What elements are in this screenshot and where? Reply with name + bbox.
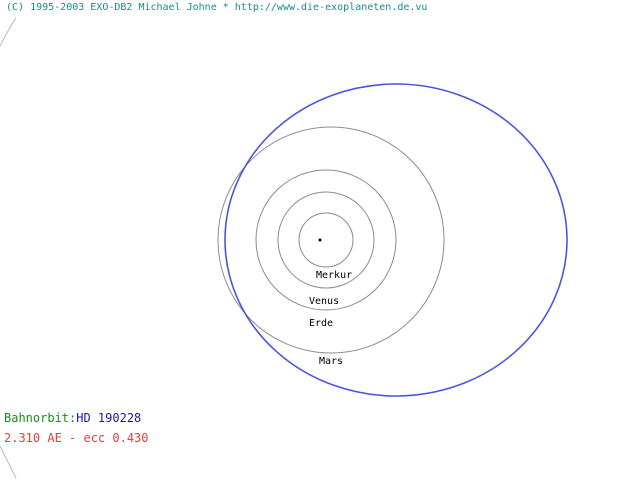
planet-name: HD 190228 xyxy=(76,411,142,425)
planet-label-venus: Venus xyxy=(309,296,339,307)
orbit-mercury xyxy=(298,212,354,268)
orbit-earth xyxy=(255,169,397,311)
orbit-diagram: Merkur Venus Erde Mars xyxy=(0,17,568,479)
copyright-text: (C) 1995-2003 EXO-DB2 Michael Johne * ht… xyxy=(6,2,428,13)
planet-label-erde: Erde xyxy=(309,318,333,329)
orbit-params: 2.310 AE - ecc 0.430 xyxy=(4,431,149,445)
outer-arc-top-left xyxy=(0,17,17,47)
orbit-label: Bahnorbit: xyxy=(4,411,77,425)
central-star xyxy=(318,238,322,242)
planet-label-merkur: Merkur xyxy=(316,270,352,281)
orbit-canvas: Merkur Venus Erde Mars xyxy=(0,0,640,480)
planet-label-mars: Mars xyxy=(319,356,343,367)
orbit-info-line: Bahnorbit:HD 190228 xyxy=(4,411,141,425)
outer-arc-bottom-left xyxy=(0,445,17,479)
